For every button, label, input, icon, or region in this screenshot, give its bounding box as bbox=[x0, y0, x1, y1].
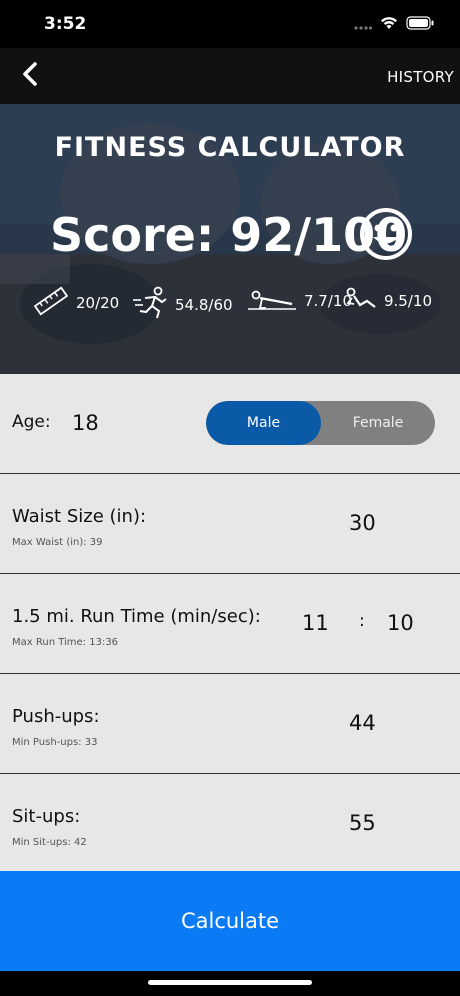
situps-row: Sit-ups: Min Sit-ups: 42 55 bbox=[0, 774, 460, 874]
metric-value: 9.5/10 bbox=[384, 292, 432, 310]
nav-bar: HISTORY bbox=[0, 48, 460, 104]
pushups-row: Push-ups: Min Push-ups: 33 44 bbox=[0, 674, 460, 774]
run-hint: Max Run Time: 13:36 bbox=[12, 637, 119, 648]
run-time-separator: : bbox=[359, 611, 365, 631]
home-indicator bbox=[148, 980, 312, 985]
situp-icon bbox=[344, 286, 378, 316]
gender-male-option[interactable]: Male bbox=[206, 401, 321, 445]
waist-hint: Max Waist (in): 39 bbox=[12, 537, 103, 548]
pushups-label: Push-ups: bbox=[12, 706, 100, 727]
score-breakdown: 20/20 54.8/60 7.7/10 9.5/10 bbox=[0, 286, 460, 326]
gender-toggle[interactable]: Male Female bbox=[206, 401, 435, 445]
waist-field[interactable]: 30 bbox=[349, 511, 376, 535]
waist-row: Waist Size (in): Max Waist (in): 39 30 bbox=[0, 474, 460, 574]
metric-run: 54.8/60 bbox=[131, 286, 233, 324]
calculate-button[interactable]: Calculate bbox=[0, 871, 460, 971]
chevron-left-icon bbox=[21, 61, 39, 91]
run-label: 1.5 mi. Run Time (min/sec): bbox=[12, 606, 261, 627]
page-title: FITNESS CALCULATOR bbox=[54, 132, 406, 163]
run-minutes-field[interactable]: 11 bbox=[302, 611, 329, 635]
runner-icon bbox=[131, 286, 169, 324]
situps-hint: Min Sit-ups: 42 bbox=[12, 837, 87, 848]
calculator-form: Age: 18 Male Female Waist Size (in): Max… bbox=[0, 374, 460, 874]
signal-icon bbox=[354, 15, 373, 34]
status-icons bbox=[354, 15, 434, 34]
age-field[interactable]: 18 bbox=[72, 411, 99, 435]
metric-waist: 20/20 bbox=[32, 286, 119, 320]
situps-label: Sit-ups: bbox=[12, 806, 81, 827]
metric-pushups: 7.7/10 bbox=[246, 286, 352, 316]
pushup-icon bbox=[246, 286, 298, 316]
ruler-icon bbox=[32, 286, 70, 320]
battery-icon bbox=[406, 15, 434, 34]
wifi-icon bbox=[380, 15, 398, 34]
metric-value: 20/20 bbox=[76, 294, 120, 312]
age-row: Age: 18 Male Female bbox=[0, 374, 460, 474]
history-button[interactable]: HISTORY bbox=[387, 68, 454, 86]
metric-situps: 9.5/10 bbox=[344, 286, 432, 316]
hero-banner: FITNESS CALCULATOR Score: 92/100 20/20 5… bbox=[0, 104, 460, 374]
score-text: Score: 92/100 bbox=[50, 208, 408, 262]
run-row: 1.5 mi. Run Time (min/sec): Max Run Time… bbox=[0, 574, 460, 674]
back-button[interactable] bbox=[12, 58, 48, 94]
pushups-hint: Min Push-ups: 33 bbox=[12, 737, 98, 748]
age-label: Age: bbox=[12, 412, 51, 432]
run-seconds-field[interactable]: 10 bbox=[387, 611, 414, 635]
gender-female-option[interactable]: Female bbox=[321, 401, 435, 445]
pushups-field[interactable]: 44 bbox=[349, 711, 376, 735]
smiley-icon bbox=[358, 206, 414, 266]
status-bar: 3:52 bbox=[0, 0, 460, 48]
status-time: 3:52 bbox=[44, 14, 87, 34]
metric-value: 54.8/60 bbox=[175, 296, 233, 314]
situps-field[interactable]: 55 bbox=[349, 811, 376, 835]
waist-label: Waist Size (in): bbox=[12, 506, 147, 527]
